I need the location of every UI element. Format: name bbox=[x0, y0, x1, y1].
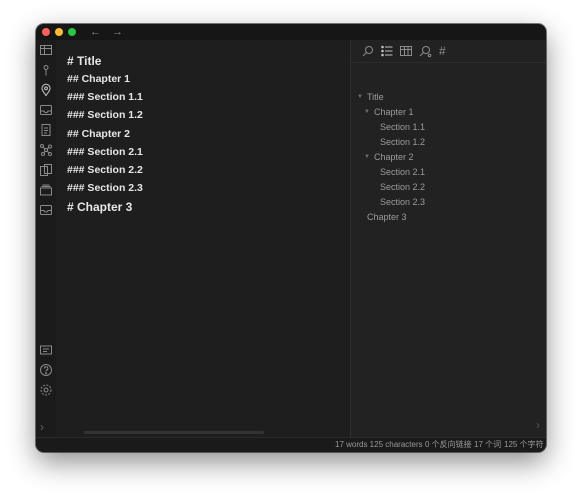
words-count-cn: 17 个词 bbox=[474, 440, 502, 449]
inbox-icon[interactable] bbox=[39, 103, 53, 117]
search-settings-icon[interactable] bbox=[418, 44, 432, 58]
editor-line-h2[interactable]: ## Chapter 1 bbox=[67, 73, 130, 85]
outline-item-section-2-2[interactable]: Section 2.2 bbox=[380, 182, 425, 193]
layers-icon[interactable] bbox=[39, 183, 53, 197]
outline-item-chapter-3[interactable]: Chapter 3 bbox=[367, 212, 407, 223]
close-window-button[interactable] bbox=[42, 28, 50, 36]
collapse-toggle-icon[interactable]: ▼ bbox=[364, 107, 370, 118]
outline-list-icon[interactable] bbox=[380, 44, 394, 58]
editor-line-h3[interactable]: ### Section 2.2 bbox=[67, 164, 143, 176]
expand-sidebar-icon[interactable]: › bbox=[40, 420, 44, 434]
settings-icon[interactable] bbox=[39, 383, 53, 397]
location-icon[interactable] bbox=[39, 83, 53, 97]
editor-line-h3[interactable]: ### Section 1.2 bbox=[67, 109, 143, 121]
archive-icon[interactable] bbox=[39, 203, 53, 217]
chars-count-cn: 125 个字符 bbox=[504, 440, 544, 449]
hashtag-icon[interactable]: # bbox=[439, 44, 453, 58]
outline-pane: # ▼ Title ▼ Chapter 1 Section 1.1 Sectio… bbox=[350, 40, 546, 438]
collapse-right-pane-icon[interactable]: › bbox=[536, 418, 540, 432]
search-icon[interactable] bbox=[361, 44, 375, 58]
editor-pane[interactable]: # Title ## Chapter 1 ### Section 1.1 ###… bbox=[56, 40, 350, 438]
card-icon[interactable] bbox=[39, 343, 53, 357]
app-window: ← → › # Title ## Chapter 1 ### Section 1… bbox=[36, 24, 546, 452]
copy-icon[interactable] bbox=[39, 163, 53, 177]
collapse-toggle-icon[interactable]: ▼ bbox=[364, 152, 370, 163]
status-bar: 17 words 125 characters 0 个反向链接 17 个词 12… bbox=[36, 437, 546, 452]
title-bar: ← → bbox=[36, 24, 546, 40]
forward-button[interactable]: → bbox=[112, 25, 123, 39]
backlinks-count[interactable]: 0 个反向链接 bbox=[425, 440, 472, 450]
outline-item-section-2-1[interactable]: Section 2.1 bbox=[380, 167, 425, 178]
editor-line-h1[interactable]: # Chapter 3 bbox=[67, 200, 132, 214]
editor-line-h3[interactable]: ### Section 2.3 bbox=[67, 182, 143, 194]
document-icon[interactable] bbox=[39, 123, 53, 137]
outline-item-chapter-1[interactable]: Chapter 1 bbox=[374, 107, 414, 118]
outline-item-section-1-2[interactable]: Section 1.2 bbox=[380, 137, 425, 148]
minimize-window-button[interactable] bbox=[55, 28, 63, 36]
collapse-toggle-icon[interactable]: ▼ bbox=[357, 92, 363, 103]
editor-line-h2[interactable]: ## Chapter 2 bbox=[67, 128, 130, 140]
help-icon[interactable] bbox=[39, 363, 53, 377]
graph-icon[interactable] bbox=[39, 143, 53, 157]
editor-line-h3[interactable]: ### Section 2.1 bbox=[67, 146, 143, 158]
editor-line-h1[interactable]: # Title bbox=[67, 54, 101, 68]
back-button[interactable]: ← bbox=[90, 25, 101, 39]
pin-icon[interactable] bbox=[39, 63, 53, 77]
outline-item-section-2-3[interactable]: Section 2.3 bbox=[380, 197, 425, 208]
zoom-window-button[interactable] bbox=[68, 28, 76, 36]
left-ribbon bbox=[36, 40, 56, 438]
horizontal-scrollbar[interactable] bbox=[84, 431, 264, 434]
word-count[interactable]: 17 words 125 characters bbox=[335, 440, 423, 450]
outline-item-chapter-2[interactable]: Chapter 2 bbox=[374, 152, 414, 163]
table-icon[interactable] bbox=[399, 44, 413, 58]
outline-toolbar: # bbox=[351, 40, 546, 63]
table-icon[interactable] bbox=[39, 43, 53, 57]
editor-line-h3[interactable]: ### Section 1.1 bbox=[67, 91, 143, 103]
outline-item-section-1-1[interactable]: Section 1.1 bbox=[380, 122, 425, 133]
outline-item-title[interactable]: Title bbox=[367, 92, 384, 103]
